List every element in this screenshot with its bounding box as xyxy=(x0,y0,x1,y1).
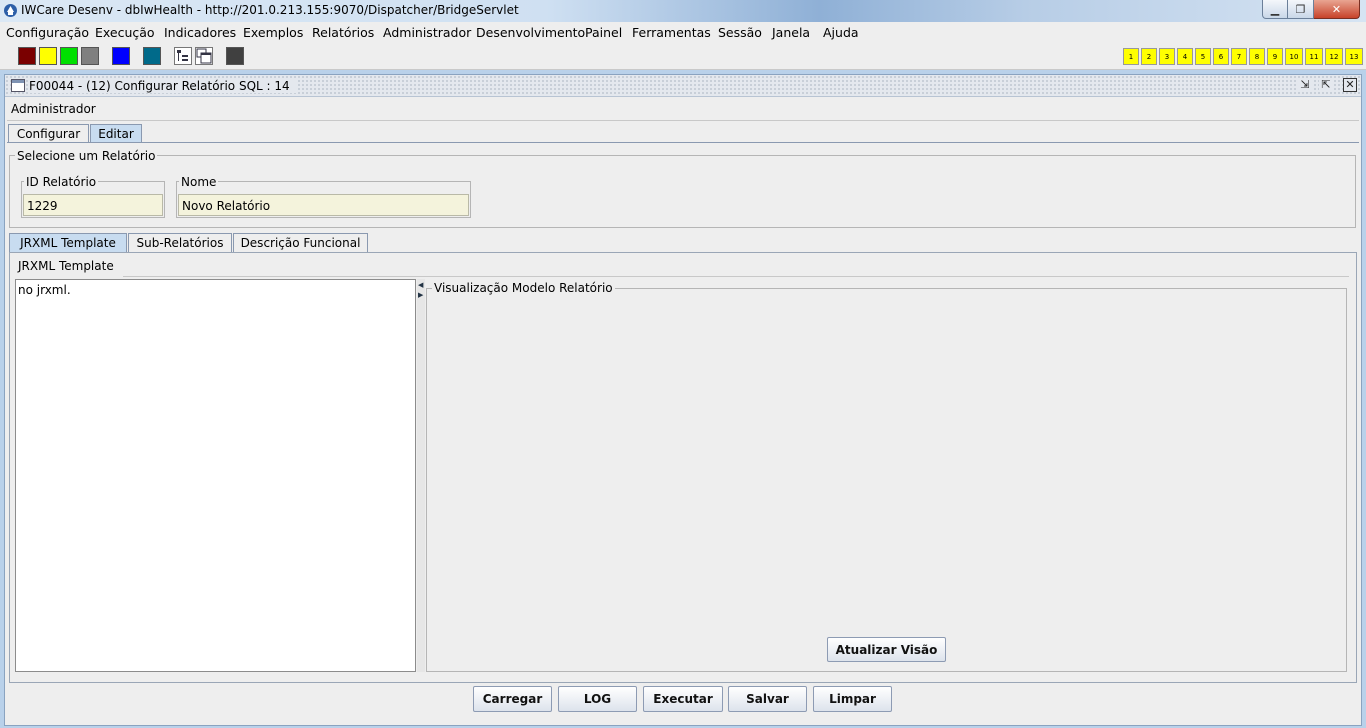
menu-ajuda[interactable]: Ajuda xyxy=(823,25,859,40)
section-label: Administrador xyxy=(11,102,96,116)
id-label: ID Relatório xyxy=(24,175,99,189)
split-pane-divider[interactable]: ◀ ▶ xyxy=(417,279,425,672)
menu-ferramentas[interactable]: Ferramentas xyxy=(632,25,711,40)
collapse-left-icon[interactable]: ◀ xyxy=(418,281,423,289)
tab-strip-line xyxy=(7,142,1359,143)
window-button-3[interactable]: 3 xyxy=(1159,48,1175,65)
tree-view-icon[interactable] xyxy=(174,47,192,65)
menu-indicadores[interactable]: Indicadores xyxy=(164,25,236,40)
close-icon: ✕ xyxy=(1331,2,1342,16)
tab-descricao-funcional[interactable]: Descrição Funcional xyxy=(233,233,368,252)
carregar-button[interactable]: Carregar xyxy=(473,686,552,712)
tab-configurar[interactable]: Configurar xyxy=(8,124,89,143)
window-button-4[interactable]: 4 xyxy=(1177,48,1193,65)
limpar-button[interactable]: Limpar xyxy=(813,686,892,712)
close-button[interactable]: ✕ xyxy=(1314,0,1360,19)
id-relatorio-field[interactable]: 1229 xyxy=(23,194,163,216)
color-swatch-teal[interactable] xyxy=(143,47,161,65)
menu-configuracao[interactable]: Configuração xyxy=(6,25,89,40)
tab-sub-relatorios[interactable]: Sub-Relatórios xyxy=(128,233,232,252)
window-button-2[interactable]: 2 xyxy=(1141,48,1157,65)
maximize-button[interactable]: ❐ xyxy=(1288,0,1314,19)
menu-desenvolvimento[interactable]: Desenvolvimento xyxy=(476,25,585,40)
window-title-bar: IWCare Desenv - dbIwHealth - http://201.… xyxy=(0,0,1366,22)
menu-painel[interactable]: Painel xyxy=(585,25,622,40)
color-swatch-dark-gray[interactable] xyxy=(226,47,244,65)
frame-maximize-icon[interactable]: ⇱ xyxy=(1319,78,1333,92)
frame-iconify-icon[interactable]: ⇲ xyxy=(1298,78,1312,92)
salvar-button[interactable]: Salvar xyxy=(728,686,807,712)
refresh-preview-button[interactable]: Atualizar Visão xyxy=(827,637,946,662)
window-button-9[interactable]: 9 xyxy=(1267,48,1283,65)
menu-relatorios[interactable]: Relatórios xyxy=(312,25,374,40)
app-icon xyxy=(4,4,17,17)
internal-frame: F00044 - (12) Configurar Relatório SQL :… xyxy=(4,74,1362,726)
menu-administrador[interactable]: Administrador xyxy=(383,25,471,40)
menu-exemplos[interactable]: Exemplos xyxy=(243,25,303,40)
preview-group xyxy=(426,288,1347,672)
jrxml-legend-line xyxy=(123,276,1349,277)
window-button-13[interactable]: 13 xyxy=(1345,48,1363,65)
log-button[interactable]: LOG xyxy=(558,686,637,712)
window-button-11[interactable]: 11 xyxy=(1305,48,1323,65)
window-button-1[interactable]: 1 xyxy=(1123,48,1139,65)
frame-window-icon xyxy=(11,79,25,92)
window-button-6[interactable]: 6 xyxy=(1213,48,1229,65)
frame-title-bar[interactable]: F00044 - (12) Configurar Relatório SQL :… xyxy=(5,75,1361,97)
name-label: Nome xyxy=(179,175,219,189)
toolbar: 1 2 3 4 5 6 7 8 9 10 11 12 13 xyxy=(0,44,1366,70)
tab-editar[interactable]: Editar xyxy=(90,124,142,143)
executar-button[interactable]: Executar xyxy=(643,686,723,712)
nome-field[interactable]: Novo Relatório xyxy=(178,194,469,216)
frame-close-icon[interactable]: ✕ xyxy=(1343,78,1357,92)
frame-title: F00044 - (12) Configurar Relatório SQL :… xyxy=(29,79,296,93)
divider xyxy=(7,120,1359,121)
report-select-legend: Selecione um Relatório xyxy=(15,149,158,163)
color-swatch-gray[interactable] xyxy=(81,47,99,65)
window-button-7[interactable]: 7 xyxy=(1231,48,1247,65)
jrxml-template-legend: JRXML Template xyxy=(16,259,116,273)
collapse-right-icon[interactable]: ▶ xyxy=(418,291,423,299)
tab-jrxml-template[interactable]: JRXML Template xyxy=(9,233,127,252)
cascade-windows-icon[interactable] xyxy=(195,47,213,65)
window-button-8[interactable]: 8 xyxy=(1249,48,1265,65)
menu-janela[interactable]: Janela xyxy=(772,25,810,40)
color-swatch-dark-red[interactable] xyxy=(18,47,36,65)
color-swatch-yellow[interactable] xyxy=(39,47,57,65)
preview-legend: Visualização Modelo Relatório xyxy=(432,281,615,295)
window-title: IWCare Desenv - dbIwHealth - http://201.… xyxy=(21,3,519,17)
window-button-12[interactable]: 12 xyxy=(1325,48,1343,65)
restore-icon: ❐ xyxy=(1295,2,1306,16)
minimize-button[interactable]: ▁ xyxy=(1262,0,1288,19)
window-button-10[interactable]: 10 xyxy=(1285,48,1303,65)
jrxml-editor[interactable]: no jrxml. xyxy=(15,279,416,672)
menu-sessao[interactable]: Sessão xyxy=(718,25,762,40)
menu-execucao[interactable]: Execução xyxy=(95,25,155,40)
menu-bar: Configuração Execução Indicadores Exempl… xyxy=(0,22,1366,44)
color-swatch-green[interactable] xyxy=(60,47,78,65)
minimize-icon: ▁ xyxy=(1270,2,1280,16)
color-swatch-blue[interactable] xyxy=(112,47,130,65)
window-button-5[interactable]: 5 xyxy=(1195,48,1211,65)
